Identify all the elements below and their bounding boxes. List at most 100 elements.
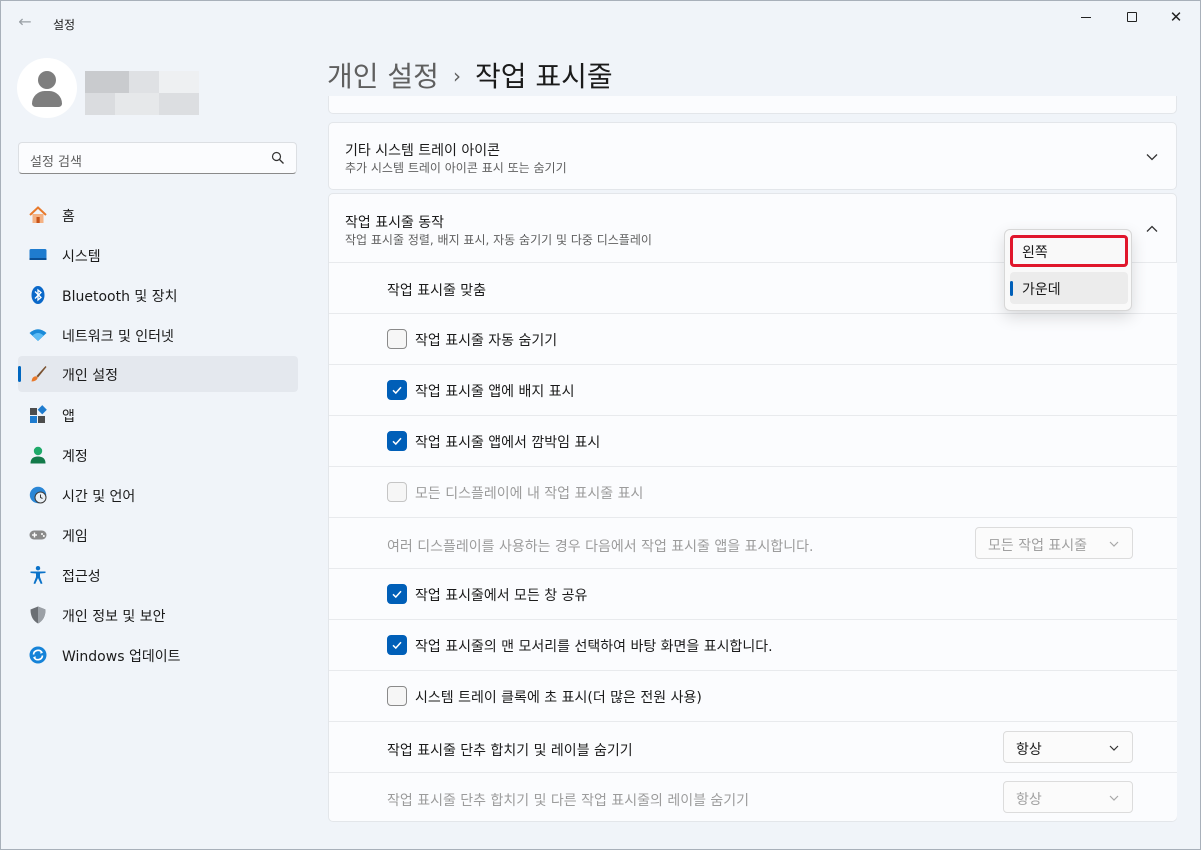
breadcrumb: 개인 설정 › 작업 표시줄 xyxy=(327,55,613,95)
brush-icon xyxy=(31,366,47,382)
app-title: 설정 xyxy=(53,18,76,32)
title-bar: ← 설정 ✕ xyxy=(1,1,1200,41)
breadcrumb-parent[interactable]: 개인 설정 xyxy=(327,60,439,93)
flashing-checkbox[interactable] xyxy=(387,431,407,451)
sidebar-item-label: 시간 및 언어 xyxy=(62,489,136,505)
chevron-up-icon xyxy=(1146,225,1158,232)
multi-display-row: 여러 디스플레이를 사용하는 경우 다음에서 작업 표시줄 앱을 표시합니다. … xyxy=(329,517,1177,568)
close-button[interactable]: ✕ xyxy=(1153,1,1199,33)
flashing-row[interactable]: 작업 표시줄 앱에서 깜박임 표시 xyxy=(329,415,1177,466)
multi-display-dropdown: 모든 작업 표시줄 xyxy=(975,527,1133,559)
profile-name-blurred xyxy=(85,71,199,115)
minimize-icon xyxy=(1081,16,1091,18)
search-icon xyxy=(271,151,284,164)
share-window-checkbox[interactable] xyxy=(387,584,407,604)
checkbox-label: 작업 표시줄의 맨 모서리를 선택하여 바탕 화면을 표시합니다. xyxy=(415,639,773,655)
dropdown-value: 모든 작업 표시줄 xyxy=(988,538,1088,554)
sidebar-item-home[interactable]: 홈 xyxy=(18,197,298,233)
far-corner-row[interactable]: 작업 표시줄의 맨 모서리를 선택하여 바탕 화면을 표시합니다. xyxy=(329,619,1177,670)
dropdown-value: 항상 xyxy=(1016,792,1042,808)
home-icon xyxy=(29,206,47,223)
bluetooth-icon xyxy=(31,286,45,304)
auto-hide-row[interactable]: 작업 표시줄 자동 숨기기 xyxy=(329,313,1177,364)
dropdown-value: 항상 xyxy=(1016,742,1042,758)
sidebar-item-accessibility[interactable]: 접근성 xyxy=(18,557,298,593)
search-input[interactable]: 설정 검색 xyxy=(30,151,82,170)
chevron-down-icon xyxy=(1109,745,1119,751)
card-title: 작업 표시줄 동작 xyxy=(345,215,445,231)
tray-icons-card[interactable]: 기타 시스템 트레이 아이콘 추가 시스템 트레이 아이콘 표시 또는 숨기기 xyxy=(328,122,1177,190)
card-subtitle: 작업 표시줄 정렬, 배지 표시, 자동 숨기기 및 다중 디스플레이 xyxy=(345,233,652,247)
alignment-dropdown-menu: 왼쪽 가운데 xyxy=(1004,229,1132,311)
sidebar-item-bluetooth[interactable]: Bluetooth 및 장치 xyxy=(18,277,298,313)
chevron-right-icon: › xyxy=(452,64,461,88)
page-title: 작업 표시줄 xyxy=(474,60,613,93)
sidebar-item-windows-update[interactable]: Windows 업데이트 xyxy=(18,637,298,673)
card-title: 기타 시스템 트레이 아이콘 xyxy=(345,143,501,159)
checkbox-label: 시스템 트레이 클록에 초 표시(더 많은 전원 사용) xyxy=(415,690,702,706)
search-box[interactable]: 설정 검색 xyxy=(18,142,297,174)
update-icon xyxy=(29,646,47,664)
auto-hide-checkbox[interactable] xyxy=(387,329,407,349)
all-displays-checkbox xyxy=(387,482,407,502)
badges-row[interactable]: 작업 표시줄 앱에 배지 표시 xyxy=(329,364,1177,415)
alignment-label: 작업 표시줄 맞춤 xyxy=(387,283,487,299)
selection-indicator xyxy=(1010,281,1013,296)
account-icon xyxy=(30,446,46,464)
share-window-row[interactable]: 작업 표시줄에서 모든 창 공유 xyxy=(329,568,1177,619)
sidebar-item-label: 시스템 xyxy=(62,249,101,265)
clock-globe-icon xyxy=(29,486,47,504)
checkbox-label: 작업 표시줄에서 모든 창 공유 xyxy=(415,588,588,604)
sidebar-item-network[interactable]: 네트워크 및 인터넷 xyxy=(18,317,298,353)
chevron-down-icon xyxy=(1109,795,1119,801)
sidebar-item-gaming[interactable]: 게임 xyxy=(18,517,298,553)
checkbox-label: 작업 표시줄 앱에 배지 표시 xyxy=(415,384,575,400)
combine-other-row: 작업 표시줄 단추 합치기 및 다른 작업 표시줄의 레이블 숨기기 항상 xyxy=(329,772,1177,821)
sidebar-item-apps[interactable]: 앱 xyxy=(18,397,298,433)
checkmark-icon xyxy=(392,590,402,599)
badges-checkbox[interactable] xyxy=(387,380,407,400)
system-icon xyxy=(29,249,47,260)
combine-other-dropdown: 항상 xyxy=(1003,781,1133,813)
previous-card-edge xyxy=(328,96,1177,114)
close-icon: ✕ xyxy=(1169,7,1183,26)
alignment-option-left[interactable]: 왼쪽 xyxy=(1010,235,1128,267)
avatar[interactable] xyxy=(17,58,77,118)
gamepad-icon xyxy=(29,530,47,540)
sidebar-item-time-language[interactable]: 시간 및 언어 xyxy=(18,477,298,513)
checkmark-icon xyxy=(392,386,402,395)
selection-indicator xyxy=(18,366,21,382)
sidebar-item-label: 개인 정보 및 보안 xyxy=(62,609,166,625)
option-label: 왼쪽 xyxy=(1022,245,1048,261)
sidebar-item-label: 개인 설정 xyxy=(62,368,118,384)
checkmark-icon xyxy=(392,437,402,446)
multi-display-label: 여러 디스플레이를 사용하는 경우 다음에서 작업 표시줄 앱을 표시합니다. xyxy=(387,539,814,555)
combine-other-label: 작업 표시줄 단추 합치기 및 다른 작업 표시줄의 레이블 숨기기 xyxy=(387,793,750,809)
chevron-down-icon xyxy=(1109,541,1119,547)
back-arrow-icon: ← xyxy=(18,12,32,31)
accessibility-icon xyxy=(30,566,46,584)
card-subtitle: 추가 시스템 트레이 아이콘 표시 또는 숨기기 xyxy=(345,161,567,175)
maximize-button[interactable] xyxy=(1109,1,1155,33)
sidebar-item-accounts[interactable]: 계정 xyxy=(18,437,298,473)
sidebar-item-label: 앱 xyxy=(62,409,75,425)
maximize-icon xyxy=(1127,12,1137,22)
sidebar-item-system[interactable]: 시스템 xyxy=(18,237,298,273)
sidebar-item-personalization[interactable]: 개인 설정 xyxy=(18,356,298,392)
all-displays-row: 모든 디스플레이에 내 작업 표시줄 표시 xyxy=(329,466,1177,517)
sidebar-item-label: Bluetooth 및 장치 xyxy=(62,289,178,305)
alignment-option-center[interactable]: 가운데 xyxy=(1010,272,1128,304)
seconds-clock-row[interactable]: 시스템 트레이 클록에 초 표시(더 많은 전원 사용) xyxy=(329,670,1177,721)
minimize-button[interactable] xyxy=(1063,1,1109,33)
seconds-clock-checkbox[interactable] xyxy=(387,686,407,706)
sidebar-item-label: 홈 xyxy=(62,209,75,225)
sidebar-item-label: 계정 xyxy=(62,449,88,465)
back-button[interactable]: ← xyxy=(13,11,37,33)
wifi-icon xyxy=(29,329,47,341)
combine-buttons-dropdown[interactable]: 항상 xyxy=(1003,731,1133,763)
sidebar-item-privacy[interactable]: 개인 정보 및 보안 xyxy=(18,597,298,633)
apps-icon xyxy=(30,405,47,423)
checkbox-label: 작업 표시줄 자동 숨기기 xyxy=(415,333,558,349)
sidebar-item-label: Windows 업데이트 xyxy=(62,649,181,665)
far-corner-checkbox[interactable] xyxy=(387,635,407,655)
